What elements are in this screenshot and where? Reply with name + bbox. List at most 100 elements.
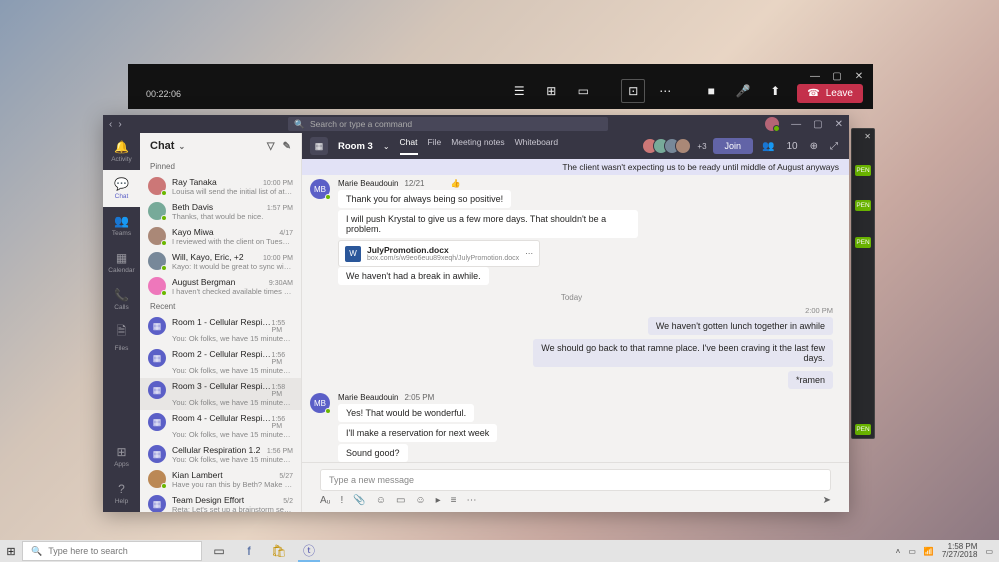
breakout-rooms-icon[interactable]: ⊡	[621, 79, 645, 103]
message[interactable]: Thank you for always being so positive!	[338, 190, 511, 208]
wifi-icon[interactable]: 📶	[924, 547, 934, 556]
tab-meeting-notes[interactable]: Meeting notes	[451, 137, 504, 155]
chat-item[interactable]: ▦Room 2 - Cellular Respiration ...1:56 P…	[140, 346, 301, 378]
join-button[interactable]: Join	[713, 138, 754, 154]
clock[interactable]: 1:58 PM 7/27/2018	[942, 543, 978, 559]
share-icon[interactable]: ⬆	[763, 79, 787, 103]
message[interactable]: We haven't had a break in awhile.	[338, 267, 489, 285]
facebook-icon[interactable]: f	[238, 540, 260, 562]
start-button[interactable]: ⊞	[0, 540, 22, 562]
rail-calls[interactable]: 📞Calls	[103, 281, 140, 318]
rail-files[interactable]: 🗎Files	[103, 318, 140, 355]
back-icon[interactable]: ‹	[109, 119, 112, 130]
sticker-icon[interactable]: ☺	[415, 495, 425, 506]
chat-item[interactable]: ▦Cellular Respiration 1.21:56 PMYou: Ok …	[140, 442, 301, 467]
chat-item[interactable]: August Bergman9:30AMI haven't checked av…	[140, 274, 301, 299]
open-pill[interactable]: PEN	[855, 237, 871, 248]
chat-item[interactable]: ▦Room 1 - Cellular Respiration ...1:55 P…	[140, 314, 301, 346]
chat-item[interactable]: Will, Kayo, Eric, +210:00 PMKayo: It wou…	[140, 249, 301, 274]
filter-icon[interactable]: ▽	[267, 141, 275, 152]
participants-icon[interactable]: 👥	[759, 141, 777, 152]
message[interactable]: *ramen	[788, 371, 833, 389]
search-input[interactable]: 🔍Type here to search	[22, 541, 202, 561]
maximize-icon[interactable]: ▢	[813, 119, 822, 130]
store-icon[interactable]: 🛍	[268, 540, 290, 562]
tab-file[interactable]: File	[428, 137, 442, 155]
teams-icon[interactable]: ⓣ	[298, 540, 320, 562]
search-input[interactable]: 🔍 Search or type a command	[288, 117, 608, 131]
gif-icon[interactable]: ▭	[396, 495, 405, 506]
more-icon[interactable]: ⋯	[467, 495, 477, 506]
avatar[interactable]: MB	[310, 393, 330, 413]
rail-calendar[interactable]: ▦Calendar	[103, 244, 140, 281]
message[interactable]: We should go back to that ramne place. I…	[533, 339, 833, 367]
chevron-up-icon[interactable]: ˄	[896, 547, 901, 556]
emoji-icon[interactable]: ☺	[376, 495, 386, 506]
attach-icon[interactable]: 📎	[353, 495, 365, 506]
task-view-icon[interactable]: ▭	[208, 540, 230, 562]
banner-message: The client wasn't expecting us to be rea…	[302, 159, 849, 175]
more-count[interactable]: +3	[697, 142, 706, 151]
chat-name: August Bergman	[172, 277, 235, 287]
minimize-icon[interactable]: —	[791, 119, 801, 130]
send-icon[interactable]: ➤	[823, 495, 831, 506]
list-icon[interactable]: ☰	[507, 79, 531, 103]
message[interactable]: We haven't gotten lunch together in awhi…	[648, 317, 833, 335]
chat-item[interactable]: Kian Lambert5/27Have you ran this by Bet…	[140, 467, 301, 492]
message[interactable]: Sound good?	[338, 444, 408, 462]
chat-time: 10:00 PM	[263, 255, 293, 262]
forward-icon[interactable]: ›	[118, 119, 121, 130]
avatar[interactable]: MB	[310, 179, 330, 199]
file-attachment[interactable]: W JulyPromotion.docxbox.com/s/w9eo6euu89…	[338, 240, 540, 267]
popout-icon[interactable]: ⤢	[827, 141, 841, 152]
rail-apps[interactable]: ⊞Apps	[103, 438, 140, 475]
chat-item[interactable]: Ray Tanaka10:00 PMLouisa will send the i…	[140, 174, 301, 199]
open-pill[interactable]: PEN	[855, 424, 871, 435]
notifications-icon[interactable]: ▭	[985, 547, 993, 556]
message[interactable]: I'll make a reservation for next week	[338, 424, 497, 442]
battery-icon[interactable]: ▭	[908, 547, 916, 556]
avatar-stack[interactable]	[647, 138, 691, 154]
chat-item[interactable]: Beth Davis1:57 PMThanks, that would be n…	[140, 199, 301, 224]
chat-item[interactable]: ▦Room 4 - Cellular Respiration ...1:56 P…	[140, 410, 301, 442]
chevron-down-icon[interactable]: ⌄	[178, 142, 185, 151]
open-pill[interactable]: PEN	[855, 200, 871, 211]
call-badge[interactable]: ✕ PEN PEN PEN PEN	[851, 128, 875, 439]
chat-bubble-icon[interactable]: ▭	[571, 79, 595, 103]
chevron-down-icon[interactable]: ⌄	[383, 142, 390, 151]
minimize-icon[interactable]: —	[805, 68, 825, 84]
rail-teams[interactable]: 👥Teams	[103, 207, 140, 244]
more-icon[interactable]: ⋯	[525, 249, 533, 258]
camera-icon[interactable]: ■	[699, 79, 723, 103]
chat-preview: You: Ok folks, we have 15 minutes to go,…	[172, 334, 293, 343]
message[interactable]: I will push Krystal to give us a few mor…	[338, 210, 638, 238]
more-icon[interactable]: ⋯	[653, 79, 677, 103]
tab-chat[interactable]: Chat	[400, 137, 418, 155]
rail-activity[interactable]: 🔔Activity	[103, 133, 140, 170]
rail-help[interactable]: ?Help	[103, 475, 140, 512]
important-icon[interactable]: !	[341, 495, 344, 506]
chat-preview: I haven't checked available times yet	[172, 287, 293, 296]
thumbs-up-icon[interactable]: 👍	[451, 179, 461, 188]
new-chat-icon[interactable]: ✎	[283, 141, 291, 152]
leave-button[interactable]: ☎ Leave	[797, 84, 863, 103]
add-tab-icon[interactable]: ⊕	[807, 141, 821, 152]
maximize-icon[interactable]: ▢	[827, 68, 847, 84]
stream-icon[interactable]: ≡	[451, 495, 457, 506]
close-icon[interactable]: ✕	[849, 68, 869, 84]
tab-whiteboard[interactable]: Whiteboard	[515, 137, 558, 155]
participants-icon[interactable]: ⊞	[539, 79, 563, 103]
open-pill[interactable]: PEN	[855, 165, 871, 176]
format-icon[interactable]: Aᵤ	[320, 495, 331, 506]
meet-icon[interactable]: ▸	[436, 495, 441, 506]
message-input[interactable]: Type a new message	[320, 469, 831, 491]
close-icon[interactable]: ✕	[835, 119, 843, 130]
chat-item[interactable]: Kayo Miwa4/17I reviewed with the client …	[140, 224, 301, 249]
mic-icon[interactable]: 🎤	[731, 79, 755, 103]
chat-item[interactable]: ▦Team Design Effort5/2Reta: Let's set up…	[140, 492, 301, 512]
close-icon[interactable]: ✕	[855, 132, 871, 141]
chat-item[interactable]: ▦Room 3 - Cellular Respiration ...1:58 P…	[140, 378, 301, 410]
avatar[interactable]	[765, 117, 779, 131]
message[interactable]: Yes! That would be wonderful.	[338, 404, 474, 422]
rail-chat[interactable]: 💬Chat	[103, 170, 140, 207]
